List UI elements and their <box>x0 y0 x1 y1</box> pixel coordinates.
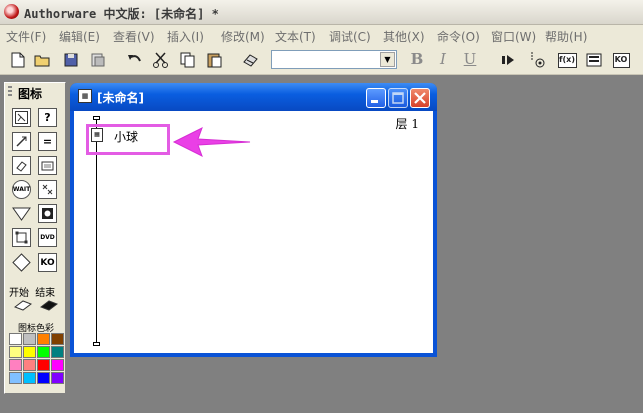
paste-icon[interactable] <box>205 50 225 70</box>
color-swatch[interactable] <box>9 372 22 384</box>
icon-color-swatches <box>9 333 65 389</box>
menu-other[interactable]: 其他(X) <box>383 28 425 45</box>
cut-icon[interactable] <box>151 50 171 70</box>
color-swatch[interactable] <box>23 346 36 358</box>
flowline-end-marker <box>93 342 100 346</box>
end-flag-icon[interactable] <box>39 298 59 315</box>
open-file-icon[interactable] <box>33 50 53 70</box>
menu-debug[interactable]: 调试(C) <box>329 28 371 45</box>
navigate-icon[interactable] <box>38 180 57 199</box>
find-icon[interactable] <box>241 50 261 70</box>
design-window-title: [未命名] <box>97 91 144 105</box>
design-window: ▦ [未命名] 层 1 ▦ 小球 <box>70 83 437 357</box>
icon-palette: 图标 ? = WAIT DVD KO 开始 结束 图标色彩 <box>4 82 66 394</box>
map-icon[interactable] <box>38 156 57 175</box>
save-icon[interactable] <box>63 50 83 70</box>
digital-movie-icon[interactable] <box>38 204 57 223</box>
menu-edit[interactable]: 编辑(E) <box>59 28 100 45</box>
color-swatch[interactable] <box>37 359 50 371</box>
menu-view[interactable]: 查看(V) <box>113 28 155 45</box>
display-node-icon[interactable]: ▦ <box>91 128 103 142</box>
color-swatch[interactable] <box>9 359 22 371</box>
wait-icon[interactable]: WAIT <box>12 180 31 199</box>
knowledge-objects-icon: KO <box>612 52 630 68</box>
color-swatch[interactable] <box>9 333 22 345</box>
interaction-question-icon[interactable]: ? <box>38 108 57 127</box>
variables-icon[interactable] <box>584 50 604 70</box>
color-swatch[interactable] <box>37 346 50 358</box>
flow-node-label[interactable]: 小球 <box>114 128 138 145</box>
bold-button[interactable]: B <box>408 50 426 70</box>
annotation-arrow-icon <box>172 126 251 158</box>
menu-file[interactable]: 文件(F) <box>6 28 46 45</box>
import-icon[interactable] <box>88 50 108 70</box>
menu-modify[interactable]: 修改(M) <box>221 28 265 45</box>
font-combo[interactable]: ▼ <box>271 50 397 69</box>
motion-icon[interactable] <box>12 132 31 151</box>
app-title: Authorware 中文版: [未命名] * <box>24 7 219 21</box>
palette-title-bar[interactable]: 图标 <box>5 83 65 101</box>
copy-icon[interactable] <box>178 50 198 70</box>
color-swatch[interactable] <box>23 372 36 384</box>
color-swatch[interactable] <box>9 346 22 358</box>
new-file-icon[interactable] <box>8 50 28 70</box>
italic-button[interactable]: I <box>434 50 452 70</box>
framework-icon[interactable] <box>12 228 31 247</box>
maximize-button[interactable] <box>388 88 408 108</box>
color-swatch[interactable] <box>37 333 50 345</box>
palette-grip-icon[interactable] <box>8 86 12 98</box>
underline-button[interactable]: U <box>461 50 479 70</box>
color-swatch[interactable] <box>51 372 64 384</box>
layer-indicator: 层 1 <box>395 117 419 131</box>
knowledge-object-icon[interactable]: KO <box>38 253 57 272</box>
dvd-icon[interactable]: DVD <box>38 228 57 247</box>
display-icon[interactable] <box>12 108 31 127</box>
flag-row <box>9 298 63 314</box>
map-group-icon[interactable] <box>12 253 31 272</box>
flowline-canvas[interactable]: 层 1 ▦ 小球 <box>74 111 433 353</box>
flag-labels: 开始 结束 <box>9 284 63 299</box>
menu-insert[interactable]: 插入(I) <box>167 28 204 45</box>
color-swatch[interactable] <box>23 333 36 345</box>
start-flag-icon[interactable] <box>13 298 33 315</box>
menu-bar: 文件(F) 编辑(E) 查看(V) 插入(I) 修改(M) 文本(T) 调试(C… <box>0 25 643 45</box>
authorware-logo-icon <box>4 4 19 19</box>
color-swatch[interactable] <box>37 372 50 384</box>
decision-icon[interactable] <box>12 204 31 223</box>
color-swatch[interactable] <box>51 346 64 358</box>
color-swatch[interactable] <box>51 333 64 345</box>
functions-icon: f(x) <box>557 52 577 68</box>
menu-command[interactable]: 命令(O) <box>437 28 480 45</box>
menu-text[interactable]: 文本(T) <box>275 28 316 45</box>
run-icon[interactable] <box>498 50 518 70</box>
knowledge-objects-button[interactable]: KO <box>611 50 631 70</box>
erase-icon[interactable] <box>12 156 31 175</box>
calculation-icon[interactable]: = <box>38 132 57 151</box>
color-swatch[interactable] <box>51 359 64 371</box>
palette-title: 图标 <box>18 87 43 101</box>
minimize-button[interactable] <box>366 88 386 108</box>
control-panel-icon[interactable] <box>528 50 548 70</box>
design-window-icon: ▦ <box>78 89 92 103</box>
menu-help[interactable]: 帮助(H) <box>545 28 587 45</box>
undo-icon[interactable] <box>125 50 145 70</box>
color-swatch[interactable] <box>23 359 36 371</box>
design-window-title-bar[interactable]: ▦ [未命名] <box>70 83 437 111</box>
close-button[interactable] <box>410 88 430 108</box>
menu-window[interactable]: 窗口(W) <box>491 28 536 45</box>
font-combo-dropdown-icon[interactable]: ▼ <box>380 52 395 67</box>
functions-button[interactable]: f(x) <box>557 50 577 70</box>
app-title-bar: Authorware 中文版: [未命名] * <box>0 0 643 25</box>
